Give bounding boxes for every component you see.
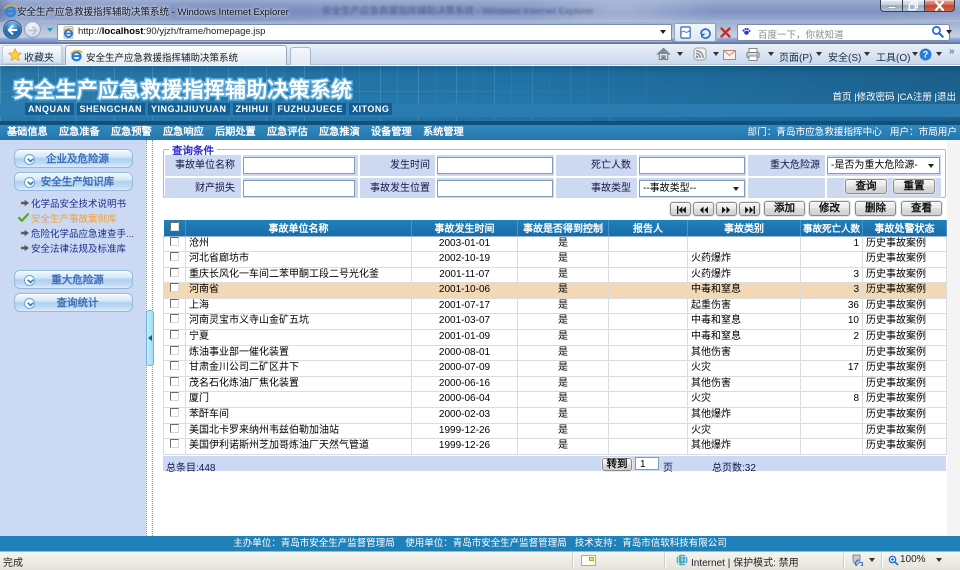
svg-text:?: ?	[923, 50, 929, 60]
